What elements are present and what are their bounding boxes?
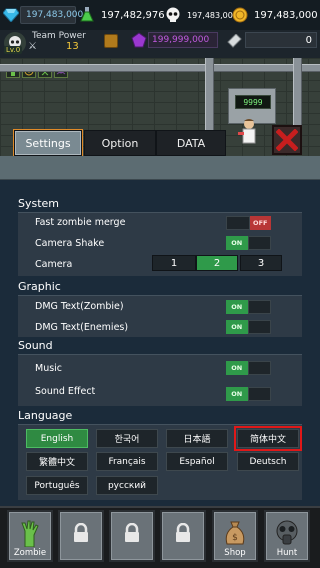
fast-zombie-merge-toggle[interactable]: OFF: [226, 216, 271, 230]
fast-zombie-merge-label: Fast zombie merge: [35, 217, 126, 228]
sound-effect-label: Sound Effect: [35, 386, 96, 397]
camera-shake-toggle[interactable]: ON: [226, 236, 271, 250]
pipe: [205, 58, 214, 130]
language-option-japanese[interactable]: 日本語: [166, 429, 228, 448]
pipe: [293, 58, 302, 130]
section-title-language: Language: [18, 409, 73, 422]
nav-zombie-button[interactable]: Zombie: [7, 510, 53, 562]
close-icon: [276, 129, 298, 151]
camera-option-1[interactable]: 1: [152, 255, 196, 271]
skull-amount: 197,483,000: [187, 10, 238, 20]
gas-mask-icon: [273, 518, 301, 548]
language-option-german[interactable]: Deutsch: [237, 452, 299, 471]
language-option-french[interactable]: Français: [96, 452, 158, 471]
nav-hunt-button[interactable]: Hunt: [264, 510, 310, 562]
money-bag-icon: $: [221, 518, 249, 548]
tab-option[interactable]: Option: [84, 130, 156, 156]
pipe: [0, 64, 320, 72]
dmg-enemies-label: DMG Text(Enemies): [35, 322, 129, 333]
language-option-simplified-chinese[interactable]: 简体中文: [234, 426, 302, 451]
language-option-spanish[interactable]: Español: [166, 452, 228, 471]
ticket-amount: 0: [245, 32, 317, 48]
lock-icon: [118, 518, 146, 548]
coin-amount: 197,483,000: [254, 9, 318, 21]
section-title-sound: Sound: [18, 339, 53, 352]
camera-label: Camera: [35, 259, 73, 270]
dmg-zombie-toggle[interactable]: ON: [226, 300, 271, 314]
section-title-graphic: Graphic: [18, 280, 61, 293]
tab-strip: [0, 156, 320, 180]
language-option-traditional-chinese[interactable]: 繁體中文: [26, 452, 88, 471]
machine-counter: 9999: [235, 95, 271, 109]
language-option-russian[interactable]: русский: [96, 476, 158, 495]
nav-locked-slot-3[interactable]: [160, 510, 206, 562]
potion-amount: 197,482,976: [101, 9, 165, 21]
svg-text:$: $: [232, 533, 238, 543]
tab-settings[interactable]: Settings: [14, 130, 82, 156]
camera-option-3[interactable]: 3: [240, 255, 282, 271]
team-power-label: Team Power: [32, 31, 86, 41]
coin-currency: 197,483,000: [231, 5, 318, 25]
dmg-zombie-label: DMG Text(Zombie): [35, 301, 124, 312]
lock-icon: [169, 518, 197, 548]
chest-icon[interactable]: [104, 34, 118, 48]
potion-currency: 197,482,976: [78, 5, 166, 25]
currency-bar: 197,483,000 197,482,976 197,483,000 197,…: [0, 0, 320, 30]
language-option-korean[interactable]: 한국어: [96, 429, 158, 448]
close-button[interactable]: [272, 125, 302, 155]
diamond-amount: 197,483,000: [20, 6, 83, 24]
diamond-currency: 197,483,000: [2, 5, 83, 25]
skull-currency: 197,483,000: [164, 5, 238, 25]
camera-option-2[interactable]: 2: [196, 255, 238, 271]
player-level: Lv.0: [4, 46, 23, 54]
nav-shop-button[interactable]: $ Shop: [212, 510, 258, 562]
swords-icon: ⚔: [28, 41, 37, 52]
purple-gem-icon: [131, 32, 147, 48]
potion-icon: [78, 6, 96, 24]
lock-icon: [67, 518, 95, 548]
camera-shake-label: Camera Shake: [35, 238, 105, 249]
music-label: Music: [35, 363, 63, 374]
team-power-value: 13: [66, 41, 79, 52]
section-title-system: System: [18, 197, 60, 210]
nav-locked-slot-1[interactable]: [58, 510, 104, 562]
tab-data[interactable]: DATA: [156, 130, 226, 156]
language-option-portuguese[interactable]: Português: [26, 476, 88, 495]
dmg-enemies-toggle[interactable]: ON: [226, 320, 271, 334]
gem-amount: 199,999,000: [148, 32, 218, 48]
zombie-hand-icon: [16, 518, 44, 548]
music-toggle[interactable]: ON: [226, 361, 271, 375]
skull-icon: [164, 6, 182, 24]
sound-effect-toggle[interactable]: ON: [226, 387, 271, 401]
coin-icon: [231, 6, 249, 24]
ticket-icon: [226, 33, 242, 48]
language-option-english[interactable]: English: [26, 429, 88, 448]
diamond-icon: [2, 6, 20, 24]
nav-locked-slot-2[interactable]: [109, 510, 155, 562]
